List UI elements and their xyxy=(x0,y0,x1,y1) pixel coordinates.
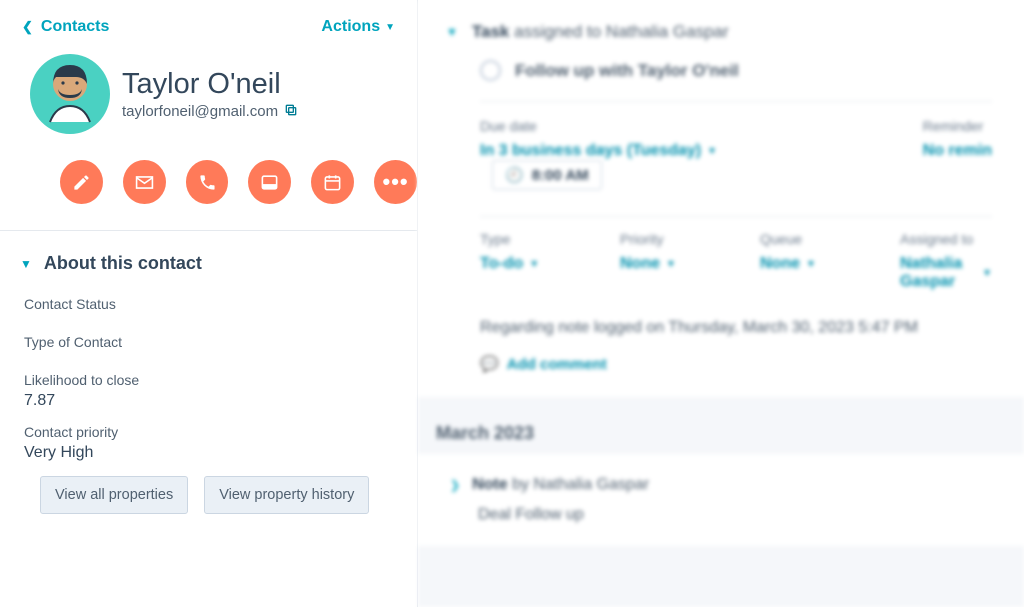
task-regarding-text: Regarding note logged on Thursday, March… xyxy=(480,319,992,337)
field-label: Priority xyxy=(620,231,700,247)
task-header[interactable]: ▼ Task assigned to Nathalia Gaspar xyxy=(446,22,992,42)
field-assigned: Assigned to Nathalia Gaspar ▼ xyxy=(900,231,992,291)
field-type: Type To-do ▼ xyxy=(480,231,560,291)
comment-icon: 💬 xyxy=(480,355,499,373)
note-header[interactable]: ❯ Note by Nathalia Gaspar xyxy=(450,476,992,494)
actions-label: Actions xyxy=(321,18,380,36)
view-property-history-button[interactable]: View property history xyxy=(204,476,369,514)
email-button[interactable] xyxy=(123,160,166,204)
actions-dropdown[interactable]: Actions ▼ xyxy=(321,18,395,36)
chevron-down-icon: ▼ xyxy=(666,259,676,270)
clock-icon: 🕘 xyxy=(505,166,524,184)
queue-select[interactable]: None ▼ xyxy=(760,255,840,273)
field-reminder: Reminder No remin xyxy=(923,118,992,190)
contact-header: Taylor O'neil taylorfoneil@gmail.com xyxy=(0,42,417,148)
task-title-row[interactable]: Follow up with Taylor O'neil xyxy=(446,42,992,97)
note-suffix: by Nathalia Gaspar xyxy=(512,476,649,493)
sidebar-topbar: ❮ Contacts Actions ▼ xyxy=(0,0,417,42)
log-button[interactable] xyxy=(248,160,291,204)
field-priority: Priority None ▼ xyxy=(620,231,700,291)
due-date-select[interactable]: In 3 business days (Tuesday) ▼ xyxy=(480,142,717,160)
assigned-select[interactable]: Nathalia Gaspar ▼ xyxy=(900,255,992,291)
note-button[interactable] xyxy=(60,160,103,204)
prop-type-of-contact[interactable]: Type of Contact xyxy=(24,334,393,350)
about-section-header[interactable]: ▼ About this contact xyxy=(0,231,417,292)
about-properties: Contact Status Type of Contact Likelihoo… xyxy=(0,292,417,476)
chevron-down-icon: ▼ xyxy=(529,259,539,270)
chevron-down-icon: ▼ xyxy=(806,259,816,270)
note-body: Deal Follow up xyxy=(450,494,992,524)
prop-label: Contact Status xyxy=(24,296,393,312)
chevron-left-icon: ❮ xyxy=(22,19,33,35)
due-time-input[interactable]: 🕘 8:00 AM xyxy=(492,160,602,190)
prop-value: Very High xyxy=(24,444,393,462)
task-header-prefix: Task xyxy=(472,22,510,41)
field-queue: Queue None ▼ xyxy=(760,231,840,291)
add-comment-button[interactable]: 💬 Add comment xyxy=(446,355,992,373)
field-label: Reminder xyxy=(923,118,992,134)
prop-label: Likelihood to close xyxy=(24,372,393,388)
property-buttons: View all properties View property histor… xyxy=(0,476,417,514)
contact-email: taylorfoneil@gmail.com xyxy=(122,103,278,120)
priority-select[interactable]: None ▼ xyxy=(620,255,700,273)
more-icon: ••• xyxy=(383,169,409,195)
task-checkbox-icon[interactable] xyxy=(480,60,501,81)
chevron-right-icon: ❯ xyxy=(450,478,460,492)
field-label: Type xyxy=(480,231,560,247)
prop-label: Type of Contact xyxy=(24,334,393,350)
chevron-down-icon: ▼ xyxy=(446,25,458,39)
task-card: ▼ Task assigned to Nathalia Gaspar Follo… xyxy=(418,0,1024,397)
task-header-suffix: assigned to Nathalia Gaspar xyxy=(514,22,729,41)
reminder-select[interactable]: No remin xyxy=(923,142,992,160)
task-title: Follow up with Taylor O'neil xyxy=(515,61,739,81)
prop-value: 7.87 xyxy=(24,392,393,410)
field-label: Assigned to xyxy=(900,231,992,247)
prop-contact-status[interactable]: Contact Status xyxy=(24,296,393,312)
copy-email-icon[interactable] xyxy=(284,103,298,120)
back-label: Contacts xyxy=(41,18,109,36)
note-card: ❯ Note by Nathalia Gaspar Deal Follow up xyxy=(418,454,1024,546)
contact-name: Taylor O'neil xyxy=(122,68,298,101)
task-row-due: Due date In 3 business days (Tuesday) ▼ … xyxy=(446,118,992,190)
activity-feed: ▼ Task assigned to Nathalia Gaspar Follo… xyxy=(418,0,1024,607)
contact-sidebar: ❮ Contacts Actions ▼ Taylor O'neil tay xyxy=(0,0,418,607)
task-row-meta: Type To-do ▼ Priority None ▼ Queue None … xyxy=(446,231,992,291)
view-all-properties-button[interactable]: View all properties xyxy=(40,476,188,514)
note-prefix: Note xyxy=(472,476,508,493)
about-title: About this contact xyxy=(44,253,202,274)
contact-action-row: ••• xyxy=(0,148,417,231)
chevron-down-icon: ▼ xyxy=(20,257,32,271)
contact-info: Taylor O'neil taylorfoneil@gmail.com xyxy=(122,68,298,120)
back-to-contacts-link[interactable]: ❮ Contacts xyxy=(22,18,109,36)
prop-priority[interactable]: Contact priority Very High xyxy=(24,424,393,462)
prop-likelihood[interactable]: Likelihood to close 7.87 xyxy=(24,372,393,410)
chevron-down-icon: ▼ xyxy=(385,22,395,33)
prop-label: Contact priority xyxy=(24,424,393,440)
avatar[interactable] xyxy=(30,54,110,134)
timeline-month-heading: March 2023 xyxy=(418,397,1024,454)
chevron-down-icon: ▼ xyxy=(707,146,717,157)
field-due-date: Due date In 3 business days (Tuesday) ▼ … xyxy=(480,118,717,190)
chevron-down-icon: ▼ xyxy=(982,268,992,279)
task-button[interactable] xyxy=(311,160,354,204)
type-select[interactable]: To-do ▼ xyxy=(480,255,560,273)
more-button[interactable]: ••• xyxy=(374,160,417,204)
field-label: Queue xyxy=(760,231,840,247)
field-label: Due date xyxy=(480,118,717,134)
call-button[interactable] xyxy=(186,160,229,204)
